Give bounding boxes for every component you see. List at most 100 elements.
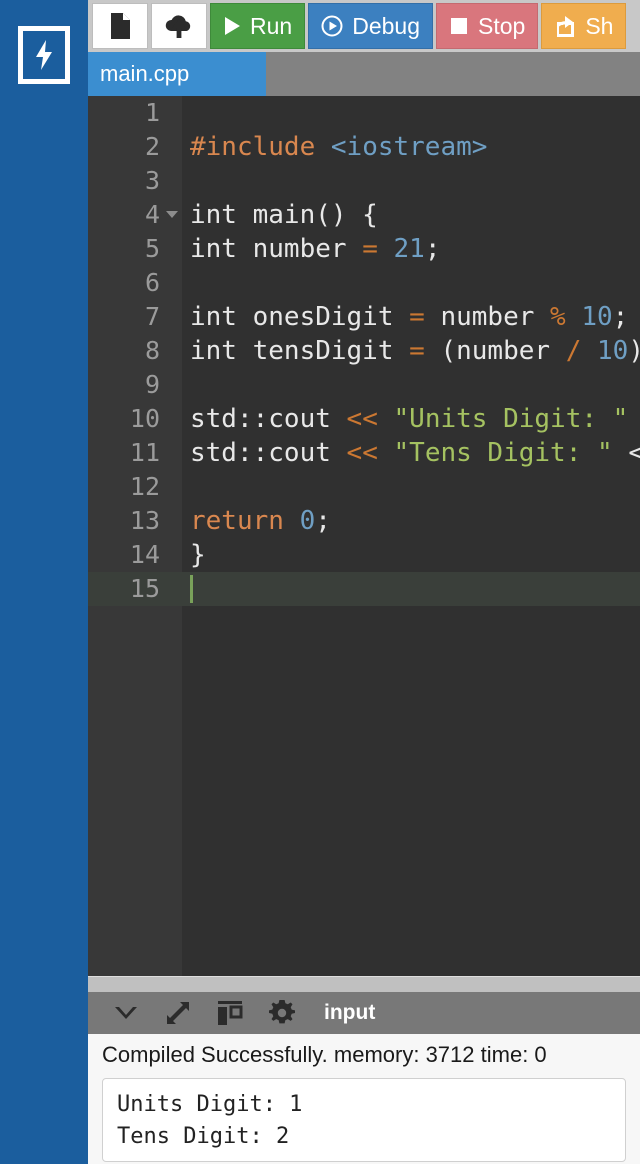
line-number: 5 (88, 232, 182, 266)
line-number: 3 (88, 164, 182, 198)
tab-main-cpp[interactable]: main.cpp (88, 52, 266, 96)
code-token: ; (424, 234, 441, 264)
code-token: return (190, 506, 300, 536)
code-line[interactable] (182, 572, 640, 606)
code-line[interactable]: std::cout << "Tens Digit: " << tensDigit… (182, 436, 640, 470)
line-number: 15 (88, 572, 182, 606)
cloud-upload-icon (164, 13, 194, 39)
line-number-label: 10 (129, 404, 160, 433)
code-token: "Tens Digit: " (393, 438, 613, 468)
code-token: std::cout (190, 404, 347, 434)
gear-icon[interactable] (256, 992, 308, 1034)
code-token: <iostream> (330, 132, 488, 162)
share-button[interactable]: Sh (541, 3, 627, 49)
collapse-chevron-icon[interactable] (100, 992, 152, 1034)
line-number-label: 15 (129, 574, 160, 603)
code-line[interactable]: } (182, 538, 640, 572)
code-line[interactable]: int number = 21; (182, 232, 640, 266)
play-circle-icon (321, 15, 343, 37)
debug-button-label: Debug (352, 12, 420, 39)
code-token: / (565, 336, 598, 366)
line-number: 7 (88, 300, 182, 334)
app-logo[interactable] (18, 26, 70, 84)
code-content[interactable]: #include <iostream> int main() {int numbe… (182, 96, 640, 976)
upload-button[interactable] (151, 3, 207, 49)
play-icon (223, 16, 241, 36)
line-number: 8 (88, 334, 182, 368)
split-layout-icon[interactable] (204, 992, 256, 1034)
line-number: 6 (88, 266, 182, 300)
code-line[interactable]: std::cout << "Units Digit: " << onesDigi… (182, 402, 640, 436)
code-line[interactable] (182, 96, 640, 130)
line-number-label: 7 (144, 302, 160, 331)
code-token: 0 (299, 506, 316, 536)
line-number: 12 (88, 470, 182, 504)
debug-button[interactable]: Debug (308, 3, 433, 49)
code-line[interactable] (182, 368, 640, 402)
line-number-gutter: 1 2 3 4 5 6 7 8 9 10 11 12 13 14 15 (88, 96, 182, 976)
share-button-label: Sh (585, 12, 614, 39)
line-number-label: 11 (129, 438, 160, 467)
code-token: = (362, 234, 394, 264)
code-line[interactable] (182, 266, 640, 300)
ide-window: Run Debug Stop Sh main.cpp 1 2 3 4 5 6 7… (0, 0, 640, 1164)
code-token: % (550, 302, 582, 332)
output-line: Tens Digit: 2 (117, 1124, 290, 1149)
code-token: (number (440, 336, 566, 366)
code-token: "Units Digit: " (393, 404, 629, 434)
panel-resize-handle[interactable] (88, 976, 640, 993)
output-line: Units Digit: 1 (117, 1092, 303, 1117)
code-line[interactable]: return 0; (182, 504, 640, 538)
run-button[interactable]: Run (210, 3, 306, 49)
code-line[interactable] (182, 164, 640, 198)
line-number: 4 (88, 198, 182, 232)
code-token: << tensDigit << std::endl; (628, 438, 640, 468)
line-number-label: 2 (144, 132, 160, 161)
code-token: 21 (393, 234, 425, 264)
code-token: = (409, 302, 441, 332)
new-file-button[interactable] (92, 3, 148, 49)
text-cursor (190, 575, 193, 603)
line-number-label: 4 (144, 200, 160, 229)
editor-tab-bar: main.cpp (88, 52, 640, 96)
line-number: 1 (88, 96, 182, 130)
line-number-label: 14 (129, 540, 160, 569)
code-line[interactable]: int main() { (182, 198, 640, 232)
compile-status-text: Compiled Successfully. memory: 3712 time… (102, 1042, 547, 1067)
code-token: ; (315, 506, 331, 536)
code-line[interactable]: int onesDigit = number % 10; (182, 300, 640, 334)
code-token: 10 (597, 336, 629, 366)
line-number-label: 13 (129, 506, 160, 535)
code-token: int number (190, 234, 363, 264)
line-number: 9 (88, 368, 182, 402)
code-token: ) (628, 336, 640, 366)
file-icon (109, 12, 131, 40)
code-line[interactable]: #include <iostream> (182, 130, 640, 164)
code-token: << (346, 438, 394, 468)
output-panel-header: input (88, 992, 640, 1034)
line-number-label: 8 (144, 336, 160, 365)
code-token: #include (190, 132, 331, 162)
line-number: 2 (88, 130, 182, 164)
code-token: 10 (581, 302, 613, 332)
code-token: int onesDigit (190, 302, 410, 332)
program-output-box[interactable]: Units Digit: 1 Tens Digit: 2 (102, 1078, 626, 1162)
code-token: ; (612, 302, 629, 332)
code-line[interactable] (182, 470, 640, 504)
stop-button[interactable]: Stop (435, 3, 539, 49)
code-editor[interactable]: 1 2 3 4 5 6 7 8 9 10 11 12 13 14 15 #include <iostream… (88, 96, 640, 976)
line-number: 10 (88, 402, 182, 436)
fold-triangle-icon[interactable] (166, 211, 178, 218)
stop-button-label: Stop (477, 12, 526, 39)
main-toolbar: Run Debug Stop Sh (88, 0, 640, 52)
line-number-label: 5 (144, 234, 160, 263)
code-token: << onesDigit << std::endl; (628, 404, 640, 434)
code-token: << (346, 404, 394, 434)
code-line[interactable]: int tensDigit = (number / 10) % 10; (182, 334, 640, 368)
line-number: 13 (88, 504, 182, 538)
expand-arrows-icon[interactable] (152, 992, 204, 1034)
line-number-label: 6 (144, 268, 160, 297)
line-number: 14 (88, 538, 182, 572)
left-sidebar (0, 0, 88, 1164)
square-stop-icon (449, 16, 469, 36)
